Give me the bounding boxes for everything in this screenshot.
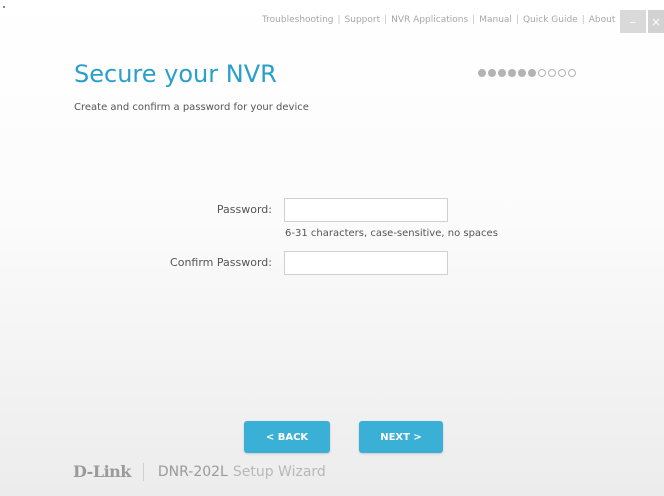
nvr-applications-link[interactable]: NVR Applications bbox=[391, 15, 468, 25]
step-dot-complete bbox=[518, 69, 526, 77]
step-dot-pending bbox=[548, 69, 556, 77]
step-dot-complete bbox=[508, 69, 516, 77]
close-button[interactable]: × bbox=[648, 10, 664, 33]
step-dot-complete bbox=[488, 69, 496, 77]
step-dot-complete bbox=[478, 69, 486, 77]
password-input[interactable] bbox=[284, 198, 448, 222]
quick-guide-link[interactable]: Quick Guide bbox=[523, 15, 578, 25]
troubleshooting-link[interactable]: Troubleshooting bbox=[262, 15, 334, 25]
link-separator: | bbox=[472, 15, 476, 25]
step-dot-pending bbox=[538, 69, 546, 77]
help-links-bar: Troubleshooting | Support | NVR Applicat… bbox=[262, 15, 615, 25]
password-hint: 6-31 characters, case-sensitive, no spac… bbox=[285, 228, 498, 239]
wizard-name: Setup Wizard bbox=[232, 463, 326, 480]
link-separator: | bbox=[581, 15, 585, 25]
password-label: Password: bbox=[216, 203, 272, 216]
step-dot-pending bbox=[558, 69, 566, 77]
link-separator: | bbox=[384, 15, 388, 25]
confirm-password-label: Confirm Password: bbox=[170, 256, 272, 269]
product-name: DNR-202L bbox=[157, 463, 228, 480]
support-link[interactable]: Support bbox=[345, 15, 381, 25]
next-button[interactable]: NEXT > bbox=[359, 421, 443, 453]
footer-divider bbox=[142, 462, 144, 481]
about-link[interactable]: About bbox=[589, 15, 616, 25]
minimize-icon: – bbox=[630, 14, 636, 29]
confirm-password-input[interactable] bbox=[284, 251, 448, 275]
step-dot-pending bbox=[568, 69, 576, 77]
close-icon: × bbox=[650, 14, 662, 29]
back-button[interactable]: < BACK bbox=[244, 421, 330, 453]
footer-branding: D-Link DNR-202L Setup Wizard bbox=[73, 462, 326, 481]
corner-mark bbox=[3, 6, 5, 8]
page-subtitle: Create and confirm a password for your d… bbox=[74, 102, 309, 113]
link-separator: | bbox=[515, 15, 519, 25]
dlink-logo: D-Link bbox=[73, 462, 131, 481]
manual-link[interactable]: Manual bbox=[479, 15, 512, 25]
step-dot-complete bbox=[528, 69, 536, 77]
step-progress-indicator bbox=[478, 69, 576, 77]
link-separator: | bbox=[337, 15, 341, 25]
minimize-button[interactable]: – bbox=[620, 10, 646, 33]
step-dot-complete bbox=[498, 69, 506, 77]
page-title: Secure your NVR bbox=[74, 60, 277, 88]
